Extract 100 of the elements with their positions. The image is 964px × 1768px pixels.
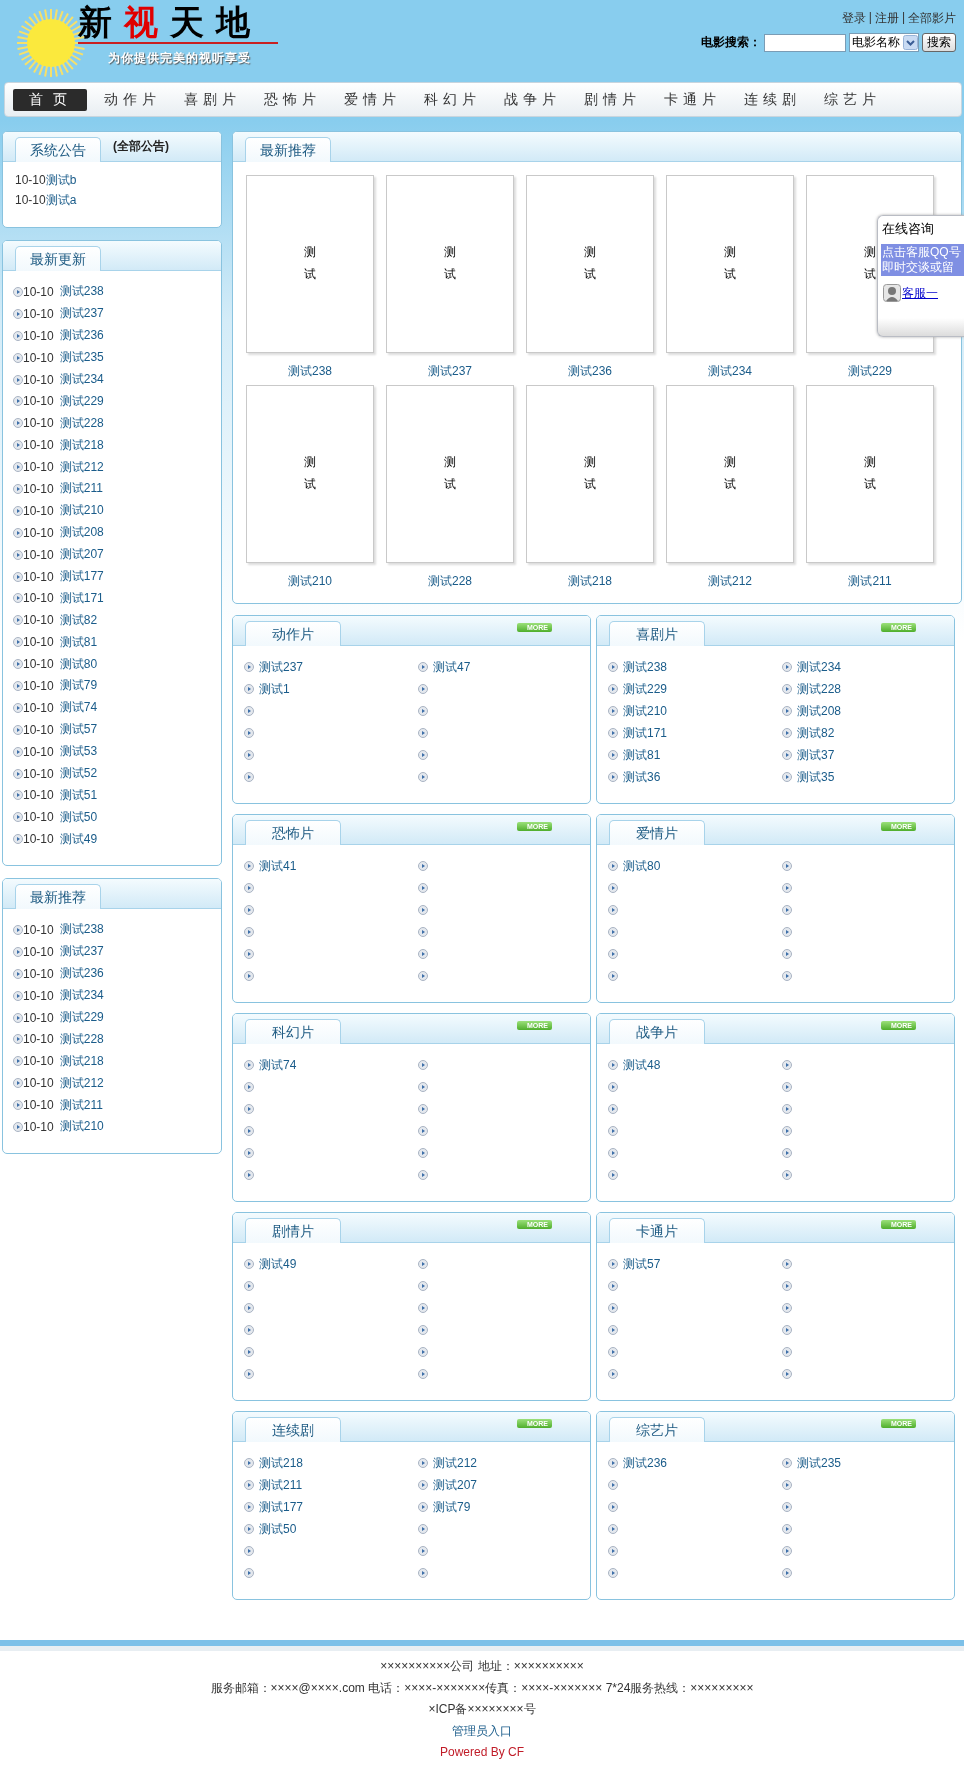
movie-link[interactable]: 测试235 bbox=[59, 349, 104, 367]
movie-link[interactable]: 测试211 bbox=[259, 1476, 303, 1494]
movie-link[interactable]: 测试177 bbox=[59, 568, 104, 585]
movie-link[interactable]: 测试57 bbox=[623, 1255, 661, 1273]
movie-link[interactable]: 测试237 bbox=[59, 943, 104, 961]
nav-tab[interactable]: 动作片 bbox=[93, 88, 167, 111]
movie-link[interactable]: 测试234 bbox=[708, 363, 752, 380]
movie-link[interactable]: 测试79 bbox=[59, 677, 98, 695]
movie-link[interactable]: 测试236 bbox=[59, 327, 104, 345]
movie-link[interactable]: 测试212 bbox=[433, 1454, 478, 1472]
movie-link[interactable]: 测试51 bbox=[59, 786, 98, 804]
movie-link[interactable]: 测试238 bbox=[288, 363, 332, 380]
search-field[interactable] bbox=[764, 33, 846, 52]
movie-link[interactable]: 测试50 bbox=[259, 1520, 297, 1538]
movie-link[interactable]: 测试210 bbox=[59, 502, 104, 520]
movie-link[interactable]: 测试229 bbox=[59, 1009, 104, 1026]
movie-link[interactable]: 测试208 bbox=[797, 702, 842, 720]
movie-link[interactable]: 测试229 bbox=[59, 392, 104, 410]
category-select[interactable]: 电影名称 bbox=[849, 33, 919, 52]
movie-link[interactable]: 测试228 bbox=[797, 680, 842, 698]
movie-link[interactable]: 测试218 bbox=[59, 436, 104, 454]
movie-link[interactable]: 测试207 bbox=[59, 546, 104, 564]
movie-link[interactable]: 测试212 bbox=[59, 1074, 104, 1092]
movie-link[interactable]: 测试228 bbox=[59, 1030, 104, 1048]
movie-link[interactable]: 测试36 bbox=[623, 768, 661, 786]
search-button[interactable]: 搜索 bbox=[922, 33, 956, 52]
movie-link[interactable]: 测试210 bbox=[288, 573, 332, 590]
movie-link[interactable]: 测试208 bbox=[59, 524, 104, 542]
movie-link[interactable]: 测试210 bbox=[59, 1118, 104, 1136]
nav-tab[interactable]: 综艺片 bbox=[813, 88, 887, 111]
movie-link[interactable]: 测试229 bbox=[848, 363, 892, 380]
movie-link[interactable]: 测试57 bbox=[59, 721, 98, 739]
movie-link[interactable]: 测试211 bbox=[848, 573, 892, 590]
movie-link[interactable]: 测试82 bbox=[59, 611, 98, 629]
nav-tab[interactable]: 卡通片 bbox=[653, 88, 727, 111]
movie-poster[interactable]: 测试 bbox=[386, 175, 514, 353]
movie-link[interactable]: 测试237 bbox=[59, 305, 104, 323]
movie-link[interactable]: 测试236 bbox=[623, 1454, 668, 1472]
notice-link[interactable]: 测试b bbox=[45, 171, 77, 189]
top-link[interactable]: 登录 bbox=[841, 10, 866, 27]
movie-poster[interactable]: 测试 bbox=[386, 385, 514, 563]
movie-link[interactable]: 测试37 bbox=[797, 746, 835, 764]
movie-link[interactable]: 测试210 bbox=[623, 702, 668, 720]
top-link[interactable]: 全部影片 bbox=[908, 10, 956, 27]
movie-link[interactable]: 测试79 bbox=[433, 1498, 471, 1516]
movie-link[interactable]: 测试82 bbox=[797, 724, 835, 742]
movie-link[interactable]: 测试74 bbox=[259, 1056, 297, 1074]
nav-tab[interactable]: 首页 bbox=[13, 88, 87, 111]
movie-link[interactable]: 测试234 bbox=[59, 371, 104, 388]
movie-link[interactable]: 测试238 bbox=[59, 283, 104, 301]
movie-link[interactable]: 测试81 bbox=[59, 633, 98, 651]
movie-link[interactable]: 测试228 bbox=[428, 573, 472, 590]
nav-tab[interactable]: 战争片 bbox=[493, 88, 567, 111]
movie-link[interactable]: 测试218 bbox=[568, 573, 612, 590]
movie-link[interactable]: 测试41 bbox=[259, 857, 297, 875]
movie-link[interactable]: 测试218 bbox=[59, 1052, 104, 1070]
movie-link[interactable]: 测试212 bbox=[708, 573, 752, 590]
nav-tab[interactable]: 剧情片 bbox=[573, 88, 647, 111]
movie-link[interactable]: 测试211 bbox=[59, 480, 103, 498]
movie-poster[interactable]: 测试 bbox=[246, 385, 374, 563]
movie-link[interactable]: 测试80 bbox=[623, 857, 661, 875]
movie-link[interactable]: 测试237 bbox=[259, 658, 304, 676]
movie-poster[interactable]: 测试 bbox=[526, 175, 654, 353]
movie-link[interactable]: 测试229 bbox=[623, 680, 668, 698]
movie-link[interactable]: 测试49 bbox=[259, 1255, 297, 1273]
nav-tab[interactable]: 爱情片 bbox=[333, 88, 407, 111]
movie-poster[interactable]: 测试 bbox=[806, 385, 934, 563]
nav-tab[interactable]: 连续剧 bbox=[733, 88, 807, 111]
movie-link[interactable]: 测试52 bbox=[59, 765, 98, 783]
movie-link[interactable]: 测试49 bbox=[59, 830, 98, 848]
movie-link[interactable]: 测试235 bbox=[797, 1454, 842, 1472]
movie-poster[interactable]: 测试 bbox=[666, 385, 794, 563]
nav-tab[interactable]: 喜剧片 bbox=[173, 88, 247, 111]
movie-link[interactable]: 测试218 bbox=[259, 1454, 304, 1472]
movie-link[interactable]: 测试211 bbox=[59, 1096, 103, 1114]
movie-link[interactable]: 测试48 bbox=[623, 1056, 661, 1074]
movie-link[interactable]: 测试53 bbox=[59, 743, 98, 761]
nav-tab[interactable]: 科幻片 bbox=[413, 88, 487, 111]
top-link[interactable]: 注册 bbox=[874, 10, 899, 27]
movie-link[interactable]: 测试47 bbox=[433, 658, 471, 676]
movie-link[interactable]: 测试35 bbox=[797, 768, 835, 786]
movie-link[interactable]: 测试236 bbox=[568, 363, 612, 380]
movie-poster[interactable]: 测试 bbox=[666, 175, 794, 353]
movie-link[interactable]: 测试74 bbox=[59, 699, 98, 717]
nav-tab[interactable]: 恐怖片 bbox=[253, 88, 327, 111]
movie-link[interactable]: 测试234 bbox=[59, 987, 104, 1005]
movie-poster[interactable]: 测试 bbox=[246, 175, 374, 353]
movie-poster[interactable]: 测试 bbox=[526, 385, 654, 563]
movie-link[interactable]: 测试171 bbox=[59, 589, 104, 607]
movie-link[interactable]: 测试234 bbox=[797, 658, 842, 676]
all-notices-link[interactable]: (全部公告) bbox=[113, 138, 169, 155]
movie-link[interactable]: 测试177 bbox=[259, 1498, 304, 1516]
movie-link[interactable]: 测试207 bbox=[433, 1476, 478, 1494]
movie-link[interactable]: 测试81 bbox=[623, 746, 661, 764]
admin-link[interactable]: 管理员入口 bbox=[452, 1720, 512, 1742]
movie-link[interactable]: 测试171 bbox=[623, 724, 668, 742]
movie-link[interactable]: 测试228 bbox=[59, 414, 104, 432]
movie-link[interactable]: 测试238 bbox=[59, 921, 104, 939]
movie-link[interactable]: 测试212 bbox=[59, 458, 104, 476]
notice-link[interactable]: 测试a bbox=[45, 191, 77, 209]
